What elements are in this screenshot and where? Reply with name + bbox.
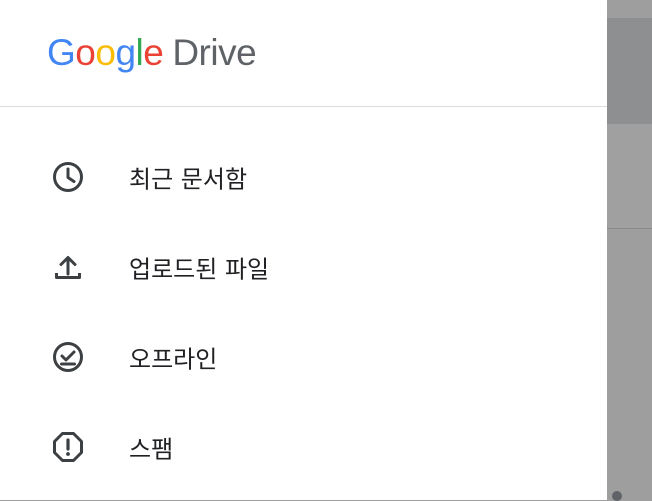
logo-letter-o2: o: [95, 32, 116, 73]
drawer-header: Google Drive: [0, 0, 607, 107]
drive-wordmark: Drive: [172, 32, 257, 73]
spam-alert-icon: [50, 429, 86, 465]
nav-item-uploads[interactable]: 업로드된 파일: [0, 222, 607, 312]
logo-letter-g2: g: [115, 32, 136, 73]
upload-icon: [50, 249, 86, 285]
clock-icon: [50, 159, 86, 195]
nav-item-recent[interactable]: 최근 문서함: [0, 132, 607, 222]
navigation-drawer: Google Drive 최근 문서함 업로드된 파일 오프라인 스팸: [0, 0, 607, 500]
logo-letter-e: e: [143, 32, 164, 73]
logo-letter-g: G: [47, 32, 76, 73]
nav-item-label: 업로드된 파일: [129, 255, 270, 284]
offline-check-icon: [50, 339, 86, 375]
nav-item-label: 오프라인: [129, 345, 218, 374]
logo-letter-o1: o: [75, 32, 96, 73]
google-wordmark: Google: [47, 32, 164, 74]
nav-item-label: 최근 문서함: [129, 165, 248, 194]
google-drive-logo: Google Drive: [47, 32, 257, 74]
nav-item-spam[interactable]: 스팸: [0, 402, 607, 492]
nav-item-label: 스팸: [129, 435, 174, 464]
nav-item-offline[interactable]: 오프라인: [0, 312, 607, 402]
